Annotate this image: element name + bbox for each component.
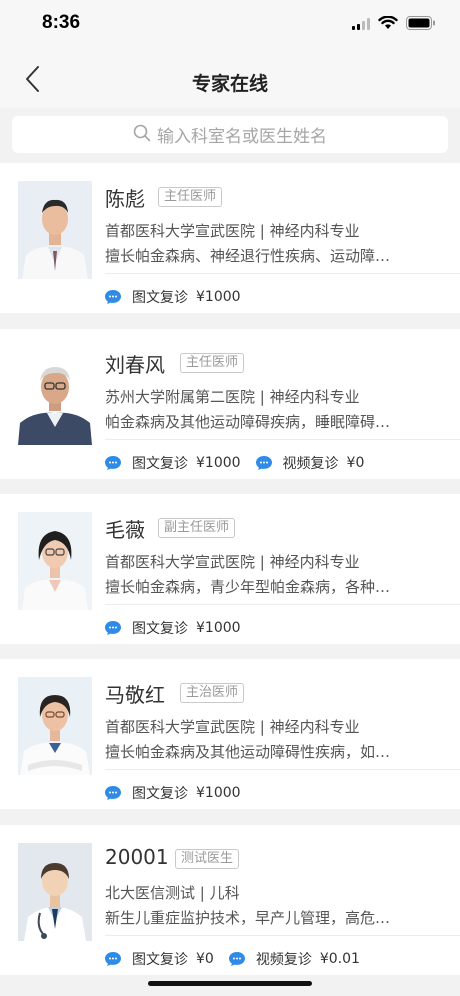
service-price: ¥1000	[196, 785, 241, 801]
service-list: 图文复诊 ¥1000 视频复诊 ¥0	[104, 453, 378, 473]
service-price: ¥1000	[196, 620, 241, 636]
chat-bubble-icon	[228, 951, 246, 967]
divider	[105, 439, 460, 440]
service-item[interactable]: 图文复诊 ¥1000	[104, 618, 241, 638]
service-label: 视频复诊	[255, 952, 312, 968]
doctor-title-badge: 主任医师	[180, 353, 245, 373]
service-price: ¥0	[196, 951, 214, 967]
doctor-specialty: 新生儿重症监护技术，早产儿管理，高危…	[105, 909, 391, 927]
divider	[105, 769, 460, 770]
doctor-hospital: 首都医科大学宣武医院 | 神经内科专业	[105, 553, 360, 571]
divider	[105, 604, 460, 605]
service-price: ¥0	[346, 455, 365, 471]
doctor-hospital: 首都医科大学宣武医院 | 神经内科专业	[105, 222, 360, 240]
doctor-name: 刘春风	[105, 353, 165, 377]
doctor-card[interactable]: 陈彪 主任医师 首都医科大学宣武医院 | 神经内科专业 擅长帕金森病、神经退行性…	[0, 163, 460, 313]
chat-bubble-icon	[255, 455, 273, 471]
doctor-specialty: 帕金森病及其他运动障碍疾病，睡眠障碍…	[105, 413, 391, 431]
page-title: 专家在线	[191, 73, 268, 95]
status-bar: 8:36	[0, 0, 460, 50]
service-price: ¥0.01	[319, 951, 360, 967]
doctor-title-badge: 测试医生	[175, 849, 240, 869]
navigation-bar: 专家在线	[0, 50, 460, 108]
doctor-hospital: 苏州大学附属第二医院 | 神经内科专业	[105, 388, 360, 406]
doctor-card[interactable]: 马敬红 主治医师 首都医科大学宣武医院 | 神经内科专业 擅长帕金森病及其他运动…	[0, 659, 460, 809]
service-item[interactable]: 图文复诊 ¥1000	[104, 783, 241, 803]
wifi-icon	[378, 15, 398, 34]
status-time: 8:36	[42, 12, 81, 33]
service-item[interactable]: 图文复诊 ¥1000	[104, 453, 241, 473]
service-list: 图文复诊 ¥1000	[104, 287, 255, 307]
chat-bubble-icon	[104, 620, 122, 636]
service-list: 图文复诊 ¥1000	[104, 783, 255, 803]
doctor-card[interactable]: 刘春风 主任医师 苏州大学附属第二医院 | 神经内科专业 帕金森病及其他运动障碍…	[0, 329, 460, 479]
service-label: 图文复诊	[132, 952, 188, 968]
chat-bubble-icon	[104, 289, 122, 305]
service-label: 图文复诊	[132, 786, 188, 802]
doctor-specialty: 擅长帕金森病及其他运动障碍性疾病，如…	[105, 743, 391, 761]
divider	[105, 935, 460, 936]
cellular-signal-icon	[352, 15, 370, 34]
service-list: 图文复诊 ¥0 视频复诊 ¥0.01	[104, 949, 374, 969]
home-indicator	[148, 981, 312, 986]
service-label: 视频复诊	[282, 456, 339, 472]
service-label: 图文复诊	[132, 621, 188, 637]
service-price: ¥1000	[196, 455, 241, 471]
service-label: 图文复诊	[132, 290, 188, 306]
doctor-avatar	[18, 843, 92, 941]
doctor-name: 20001	[105, 845, 169, 869]
doctor-title-badge: 副主任医师	[158, 518, 236, 538]
chat-bubble-icon	[104, 785, 122, 801]
doctor-hospital: 首都医科大学宣武医院 | 神经内科专业	[105, 718, 360, 736]
doctor-avatar	[18, 347, 92, 445]
status-icons	[352, 15, 436, 34]
doctor-name: 马敬红	[105, 683, 165, 707]
service-price: ¥1000	[196, 289, 241, 305]
search-input[interactable]: 输入科室名或医生姓名	[12, 116, 448, 153]
doctor-avatar	[18, 181, 92, 279]
doctor-name: 毛薇	[105, 518, 145, 542]
battery-icon	[406, 15, 436, 34]
service-item[interactable]: 图文复诊 ¥0	[104, 949, 214, 969]
service-item[interactable]: 视频复诊 ¥0	[255, 453, 365, 473]
doctor-title-badge: 主任医师	[158, 187, 223, 207]
doctor-specialty: 擅长帕金森病，青少年型帕金森病，各种…	[105, 578, 391, 596]
doctor-name: 陈彪	[105, 187, 145, 211]
search-placeholder: 输入科室名或医生姓名	[157, 127, 327, 147]
chat-bubble-icon	[104, 455, 122, 471]
doctor-avatar	[18, 677, 92, 775]
doctor-hospital: 北大医信测试 | 儿科	[105, 884, 240, 902]
search-icon	[133, 124, 151, 146]
chat-bubble-icon	[104, 951, 122, 967]
service-item[interactable]: 图文复诊 ¥1000	[104, 287, 241, 307]
service-list: 图文复诊 ¥1000	[104, 618, 255, 638]
service-item[interactable]: 视频复诊 ¥0.01	[228, 949, 360, 969]
doctor-specialty: 擅长帕金森病、神经退行性疾病、运动障…	[105, 247, 391, 265]
divider	[105, 273, 460, 274]
service-label: 图文复诊	[132, 456, 188, 472]
doctor-card[interactable]: 毛薇 副主任医师 首都医科大学宣武医院 | 神经内科专业 擅长帕金森病，青少年型…	[0, 494, 460, 644]
doctor-title-badge: 主治医师	[180, 683, 245, 703]
doctor-card[interactable]: 20001 测试医生 北大医信测试 | 儿科 新生儿重症监护技术，早产儿管理，高…	[0, 825, 460, 975]
doctor-avatar	[18, 512, 92, 610]
